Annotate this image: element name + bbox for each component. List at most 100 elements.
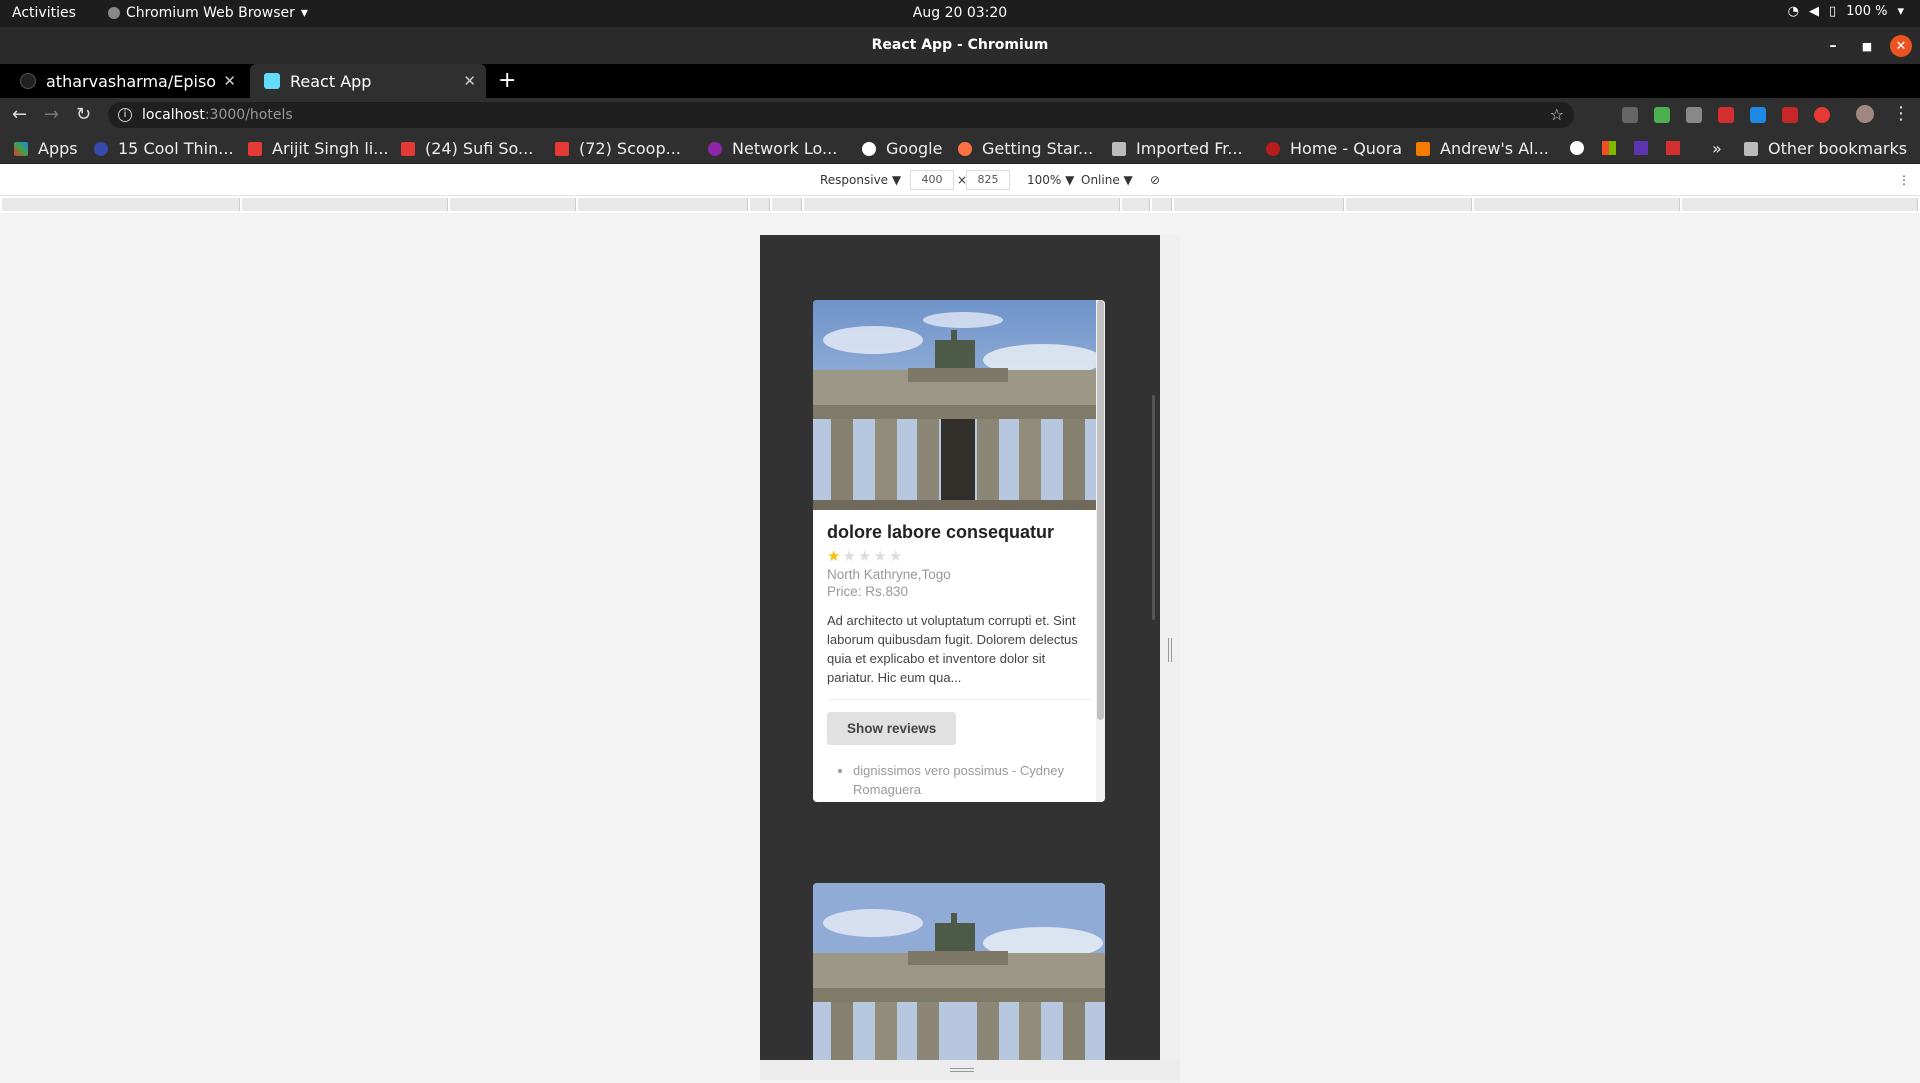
- extension-icon[interactable]: [1814, 107, 1830, 123]
- bookmark-star-icon[interactable]: ☆: [1550, 105, 1564, 124]
- gmail-icon[interactable]: [1666, 141, 1680, 155]
- bookmark-item[interactable]: (24) Sufi So...: [401, 139, 533, 158]
- profile-avatar[interactable]: [1856, 105, 1874, 123]
- system-tray[interactable]: ◔ ◀ ▯ 100 % ▾: [1788, 4, 1904, 19]
- google-icon: [862, 141, 876, 156]
- bookmark-label: »: [1712, 139, 1722, 158]
- address-bar[interactable]: i localhost:3000/hotels ☆: [108, 102, 1574, 128]
- bookmark-item[interactable]: Home - Quora: [1266, 139, 1402, 158]
- minimize-button[interactable]: –: [1822, 35, 1844, 57]
- close-icon[interactable]: ✕: [223, 72, 236, 90]
- height-input[interactable]: 825: [966, 170, 1010, 190]
- extension-icon[interactable]: [1750, 107, 1766, 123]
- bookmark-item[interactable]: Getting Star...: [958, 139, 1093, 158]
- hotel-name: dolore labore consequatur: [827, 522, 1055, 542]
- width-input[interactable]: 400: [910, 170, 954, 190]
- star-empty-icon: ★: [842, 548, 858, 565]
- menu-kebab-icon[interactable]: ⋮: [1892, 103, 1910, 124]
- bookmark-label: Andrew's Al...: [1440, 139, 1549, 158]
- bookmark-item[interactable]: Andrew's Al...: [1416, 139, 1549, 158]
- device-select[interactable]: Responsive ▼: [820, 173, 901, 187]
- ruler-segment[interactable]: [1174, 198, 1344, 211]
- bookmark-item[interactable]: (72) Scoop...: [555, 139, 681, 158]
- ruler-segment[interactable]: [2, 198, 240, 211]
- ruler-segment[interactable]: [450, 198, 576, 211]
- ruler-segment[interactable]: [578, 198, 748, 211]
- bookmark-folder[interactable]: Imported Fr...: [1112, 139, 1243, 158]
- hotel-location: North Kathryne,Togo: [827, 567, 951, 582]
- ruler-segment[interactable]: [1682, 198, 1918, 211]
- tab-strip: atharvasharma/Episo ✕ React App ✕ +: [0, 64, 1920, 98]
- page-scrollbar[interactable]: [1152, 395, 1155, 620]
- grip-icon: [950, 1068, 974, 1072]
- extension-icon[interactable]: [1654, 107, 1670, 123]
- google-icon[interactable]: [1570, 141, 1584, 155]
- bookmark-item[interactable]: 15 Cool Thin...: [94, 139, 233, 158]
- ruler-segment[interactable]: [1346, 198, 1472, 211]
- star-rating: ★★★★★: [827, 547, 1091, 565]
- show-reviews-button[interactable]: Show reviews: [827, 712, 957, 745]
- app-menu[interactable]: Chromium Web Browser ▾: [108, 5, 308, 21]
- bookmark-item[interactable]: Google: [862, 139, 942, 158]
- chromium-icon: [108, 7, 120, 19]
- ruler-segment[interactable]: [804, 198, 1120, 211]
- tab-github[interactable]: atharvasharma/Episo ✕: [6, 64, 246, 98]
- bookmark-apps[interactable]: Apps: [14, 139, 78, 158]
- hotel-description: Ad architecto ut voluptatum corrupti et.…: [827, 611, 1091, 700]
- bookmark-label: (72) Scoop...: [579, 139, 681, 158]
- activities-button[interactable]: Activities: [12, 5, 76, 21]
- maximize-button[interactable]: ■: [1856, 35, 1878, 57]
- bookmark-item[interactable]: Network Lo...: [708, 139, 837, 158]
- back-arrow-icon[interactable]: ←: [12, 104, 27, 125]
- other-bookmarks[interactable]: Other bookmarks: [1744, 139, 1907, 158]
- reviews-list: dignissimos vero possimus - Cydney Romag…: [853, 761, 1105, 799]
- card-scrollbar[interactable]: [1096, 300, 1105, 802]
- ruler-segment[interactable]: [750, 198, 770, 211]
- more-bookmarks-button[interactable]: »: [1712, 139, 1722, 158]
- new-tab-button[interactable]: +: [498, 68, 516, 93]
- ruler-segment[interactable]: [1122, 198, 1150, 211]
- resize-handle-bottom[interactable]: [760, 1060, 1180, 1080]
- info-icon[interactable]: i: [118, 108, 132, 122]
- reload-icon[interactable]: ↻: [76, 104, 91, 125]
- brandenburg-gate-image: [813, 883, 1105, 1060]
- ruler-segment[interactable]: [1152, 198, 1172, 211]
- extension-icon[interactable]: [1622, 107, 1638, 123]
- extension-icon[interactable]: [1782, 107, 1798, 123]
- star-empty-icon: ★: [873, 548, 889, 565]
- wifi-icon: ◔: [1787, 4, 1799, 19]
- close-window-button[interactable]: ✕: [1890, 35, 1912, 57]
- forward-arrow-icon[interactable]: →: [44, 104, 59, 125]
- close-icon[interactable]: ✕: [463, 72, 476, 90]
- star-filled-icon: ★: [827, 548, 843, 565]
- bookmark-item[interactable]: Arijit Singh li...: [248, 139, 389, 158]
- youtube-icon: [555, 141, 569, 156]
- yahoo-icon[interactable]: [1634, 141, 1648, 155]
- network-select[interactable]: Online ▼: [1081, 173, 1133, 187]
- hotel-image: [813, 300, 1105, 510]
- star-empty-icon: ★: [857, 548, 874, 565]
- card-scroll-thumb[interactable]: [1097, 300, 1104, 720]
- ruler-segment[interactable]: [772, 198, 802, 211]
- site-icon: [94, 141, 108, 156]
- bookmark-label: Other bookmarks: [1768, 139, 1908, 158]
- more-options-icon[interactable]: ⋮: [1898, 173, 1910, 187]
- star-empty-icon: ★: [888, 548, 905, 565]
- tab-react-app[interactable]: React App ✕: [250, 64, 486, 98]
- tab-label: React App: [290, 71, 372, 91]
- bookmark-label: Arijit Singh li...: [272, 139, 389, 158]
- ruler-segment[interactable]: [242, 198, 448, 211]
- rotate-icon[interactable]: ⊘: [1150, 173, 1160, 187]
- firefox-icon: [958, 141, 972, 156]
- extension-icon[interactable]: [1718, 107, 1734, 123]
- ruler-segment[interactable]: [1474, 198, 1680, 211]
- bookmark-label: Google: [886, 139, 943, 158]
- zoom-select[interactable]: 100% ▼: [1027, 173, 1074, 187]
- folder-icon: [1112, 141, 1126, 156]
- review-item: dignissimos vero possimus - Cydney Romag…: [853, 761, 1105, 799]
- device-viewport: dolore labore consequatur ★★★★★ North Ka…: [760, 235, 1160, 1060]
- resize-handle-right[interactable]: [1168, 638, 1172, 662]
- pocket-icon[interactable]: [1686, 107, 1702, 123]
- microsoft-icon[interactable]: [1602, 141, 1616, 155]
- url-path: :3000/hotels: [204, 107, 293, 123]
